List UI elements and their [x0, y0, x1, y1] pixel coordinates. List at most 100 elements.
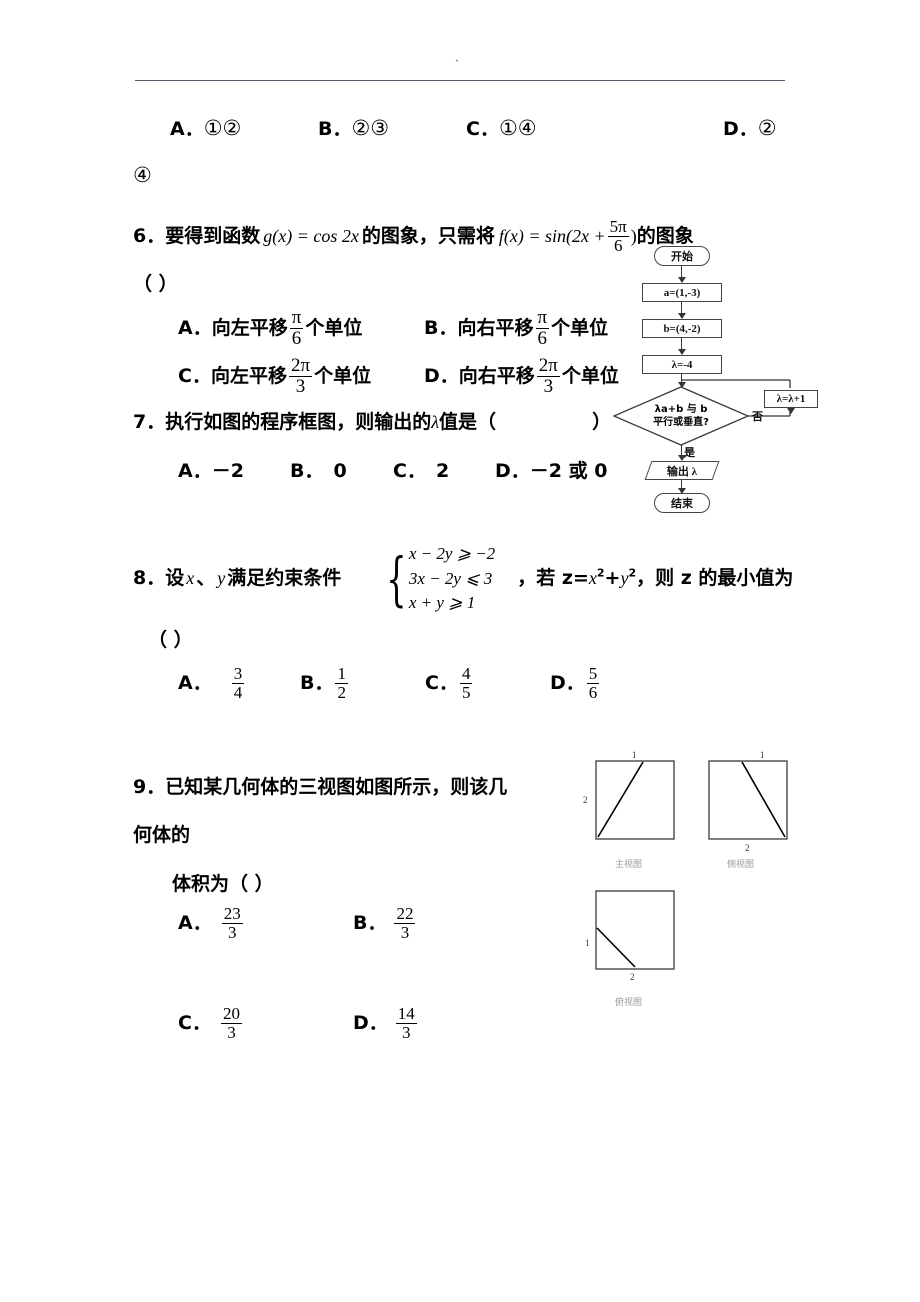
question-8-option-a-num: 3	[233, 664, 243, 683]
q5-option-d-wrap: ④	[133, 163, 152, 187]
question-6-option-a-label: A．	[178, 317, 212, 340]
question-8-option-c-fraction: 45	[459, 664, 473, 702]
question-6-formula-f-num: 5π	[609, 217, 627, 236]
question-8-option-c-den: 5	[459, 682, 473, 702]
question-6-option-d-fraction: 2π 3	[536, 356, 560, 397]
question-8-option-d-den: 6	[586, 682, 600, 702]
flowchart-output-node: 输出 λ	[644, 461, 720, 480]
q5-option-d: D．②	[723, 114, 777, 141]
flowchart-output-label: 输出 λ	[666, 465, 698, 478]
question-8-option-a-label: A．	[178, 672, 212, 695]
question-6-option-a: A．向左平移 π 6 个单位	[178, 308, 362, 349]
top-view-dim-left: 1	[585, 938, 590, 948]
question-6-option-b-text-pre: 向右平移	[457, 317, 534, 340]
question-8-number: 8．	[133, 567, 166, 589]
question-9-option-b-den: 3	[394, 922, 416, 942]
question-8-z-x: x	[588, 568, 597, 588]
question-6-option-c-label: C．	[178, 365, 211, 388]
question-8-option-d-fraction: 56	[586, 664, 600, 702]
q5-option-a: A．①②	[170, 114, 241, 141]
question-9-option-c-fraction: 20 3	[220, 1004, 242, 1042]
question-7-text-2: 值是（	[439, 411, 497, 433]
question-8-option-c-label: C．	[425, 672, 458, 695]
question-9-option-b-num: 22	[396, 904, 414, 923]
q5-option-b-value: ②③	[351, 116, 390, 140]
question-9-option-c-num: 20	[222, 1004, 240, 1023]
question-9-option-a-fraction: 23 3	[221, 904, 243, 942]
question-6-option-b-den: 6	[535, 327, 550, 349]
q5-option-b-label: B．	[318, 118, 352, 140]
question-7-option-a-label: A．	[178, 460, 212, 482]
question-6-text-2: 的图象，只需将	[361, 225, 495, 248]
question-9-option-a-label: A．	[178, 912, 212, 935]
question-8-option-d-label: D．	[550, 672, 585, 695]
question-6-option-c-den: 3	[288, 375, 313, 397]
question-9-option-a-den: 3	[221, 922, 243, 942]
front-view-shape	[595, 760, 675, 840]
question-7-option-c-value: 2	[435, 460, 450, 482]
question-8-text-1: 设	[165, 567, 185, 589]
question-7-option-b: B． 0	[290, 456, 347, 483]
question-6-option-c-text-pre: 向左平移	[210, 365, 287, 388]
top-view-label: 俯视图	[615, 998, 643, 1008]
question-7-option-d-value: －2 或 0	[529, 460, 608, 482]
flowchart-decision-line-2: 平行或垂直?	[653, 416, 709, 428]
flowchart-decision-shape	[612, 379, 791, 446]
question-8-option-a-fraction: 34	[231, 664, 245, 702]
question-6-answer-paren: （ ）	[133, 273, 178, 295]
question-6-option-a-text-post: 个单位	[305, 317, 363, 340]
front-view-dim-left: 2	[583, 795, 588, 805]
question-7-paren-close: ）	[592, 411, 612, 433]
question-8-option-a: A． 3 4	[178, 665, 246, 702]
question-6-formula-g: g(x) = cos 2x	[263, 226, 359, 247]
question-8-option-b-num: 1	[337, 664, 346, 683]
flowchart-arrow-no	[787, 408, 795, 414]
question-6-option-b-fraction: π6	[535, 308, 550, 349]
question-8-constraint-system: { x − 2y ⩾ −2 3x − 2y ⩽ 3 x + y ⩾ 1	[378, 543, 495, 615]
question-8-constraint-3: x + y ⩾ 1	[408, 593, 476, 613]
question-8-constraint-1: x − 2y ⩾ −2	[408, 544, 496, 564]
question-6-option-b: B．向右平移 π 6 个单位	[424, 308, 608, 349]
question-7-option-d: D．－2 或 0	[495, 456, 607, 483]
q5-option-d-value: ②	[757, 116, 777, 140]
question-6-option-a-text-pre: 向左平移	[211, 317, 288, 340]
question-7-text: 执行如图的程序框图，则输出的	[165, 411, 432, 433]
question-9-option-d-label: D．	[353, 1012, 388, 1035]
flowchart-step-lambda-init: λ=-4	[642, 355, 722, 374]
front-view-dim-top: 1	[632, 750, 637, 760]
question-7-option-c-label: C．	[393, 460, 426, 482]
question-8-constraint-2: 3x − 2y ⩽ 3	[408, 568, 493, 588]
question-8-option-c-num: 4	[461, 664, 471, 683]
question-7-option-a-value: －2	[211, 460, 244, 482]
question-6-option-d-den: 3	[536, 375, 560, 397]
q5-option-c-label: C．	[466, 118, 499, 140]
question-9-stem-line-2: 何体的	[133, 824, 191, 846]
question-8-option-d: D． 5 6	[550, 665, 601, 702]
side-view-shape	[708, 760, 788, 840]
question-8-z-sup-1: 2	[596, 566, 605, 580]
question-7-option-d-label: D．	[495, 460, 530, 482]
question-8-option-d-num: 5	[588, 664, 598, 683]
question-9-stem-line-1: 9．已知某几何体的三视图如图所示，则该几	[133, 775, 507, 801]
question-8-option-a-den: 4	[231, 682, 245, 702]
q5-option-d-label: D．	[723, 118, 758, 140]
question-8-option-b-fraction: 12	[335, 665, 348, 702]
question-9-option-b-fraction: 22 3	[394, 904, 416, 942]
side-view-label: 侧视图	[727, 860, 755, 870]
header-rule	[135, 80, 785, 81]
question-9-option-d-den: 3	[395, 1022, 417, 1042]
question-9-option-a: A． 23 3	[178, 905, 245, 942]
header-mark: `	[455, 59, 459, 71]
question-8-z-sup-2: 2	[628, 566, 637, 580]
top-view-dim-bottom: 2	[630, 972, 635, 982]
q5-option-d-wrap-value: ④	[133, 163, 152, 187]
question-6-option-c-text-post: 个单位	[314, 365, 372, 388]
q5-option-c: C．①④	[466, 114, 537, 141]
question-6-option-c: C．向左平移 2π 3 个单位	[178, 356, 371, 397]
flowchart-decision-text: λa+b 与 b 平行或垂直?	[628, 404, 734, 429]
question-7-option-b-label: B．	[290, 460, 324, 482]
question-9-option-b: B． 22 3	[353, 905, 417, 942]
q5-option-b: B．②③	[318, 114, 389, 141]
question-9-option-a-num: 23	[223, 904, 241, 923]
front-view-label: 主视图	[615, 860, 643, 870]
